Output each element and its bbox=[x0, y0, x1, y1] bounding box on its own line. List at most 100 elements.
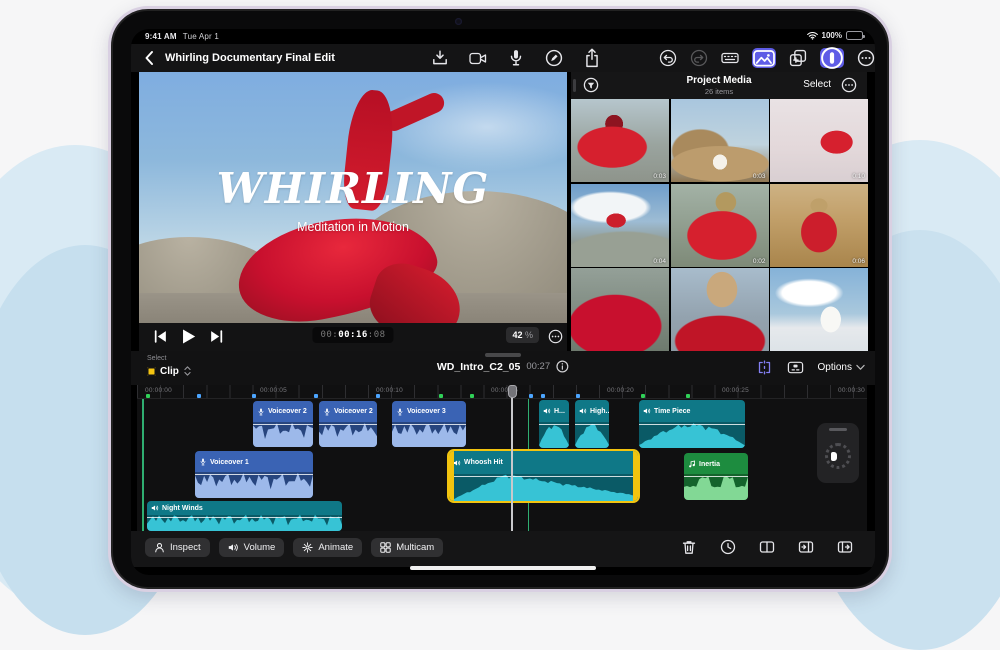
clip-label: Voiceover 2 bbox=[319, 401, 377, 422]
media-thumbnail-dervish-red-golden-reeds[interactable]: 0:06 bbox=[770, 183, 868, 267]
clip-waveform bbox=[639, 421, 745, 448]
playhead[interactable] bbox=[507, 385, 517, 531]
timeline-clip-whoosh-hit[interactable]: Whoosh Hit bbox=[449, 451, 638, 501]
media-thumbnail-dervish-red-spinning-dunes[interactable]: 0:03 bbox=[571, 99, 669, 182]
bottom-toolbar: Inspect Volume Animate Multicam bbox=[131, 531, 875, 567]
green-marker[interactable] bbox=[146, 394, 150, 398]
volume-button[interactable]: Volume bbox=[218, 538, 285, 557]
ruler-label: 00:00:20 bbox=[607, 387, 634, 394]
animate-button[interactable]: Animate bbox=[293, 538, 363, 557]
green-marker[interactable] bbox=[439, 394, 443, 398]
video-viewer[interactable]: WHIRLING Meditation in Motion bbox=[139, 72, 567, 323]
viewer-display-button[interactable] bbox=[752, 48, 776, 68]
title-overlay: WHIRLING Meditation in Motion bbox=[139, 164, 567, 235]
options-button[interactable]: Options bbox=[818, 362, 865, 373]
timeline-clip-voiceover-3[interactable]: Voiceover 3 bbox=[392, 401, 466, 447]
share-button[interactable] bbox=[583, 48, 601, 67]
timeline-clip-title: WD_Intro_C2_05 00:27 bbox=[437, 360, 569, 373]
viewer-more-button[interactable] bbox=[548, 329, 563, 344]
blue-marker[interactable] bbox=[376, 394, 380, 398]
clip-waveform bbox=[195, 472, 313, 498]
import-button[interactable] bbox=[431, 49, 449, 67]
overlay-title: WHIRLING bbox=[216, 164, 490, 213]
more-button[interactable] bbox=[857, 49, 875, 67]
media-thumbnail-dervish-red-spin-closeup[interactable]: 0:02 bbox=[670, 183, 769, 267]
redo-button[interactable] bbox=[690, 49, 708, 67]
select-chevrons-icon bbox=[183, 365, 192, 377]
skip-forward-button[interactable] bbox=[209, 329, 224, 344]
zoom-level-badge[interactable]: 42 % bbox=[506, 327, 539, 343]
media-thumbnail-dervish-tan-hat-closeup[interactable] bbox=[670, 268, 769, 351]
markup-button[interactable] bbox=[545, 49, 563, 67]
media-more-button[interactable] bbox=[841, 77, 857, 93]
magnetic-timeline-button[interactable] bbox=[756, 359, 773, 376]
append-button[interactable] bbox=[759, 539, 775, 555]
clip-name: WD_Intro_C2_05 bbox=[436, 360, 521, 373]
timeline-ruler[interactable]: 00:00:00 00:00:05 00:00:10 00:00:15 00:00:20… bbox=[137, 385, 867, 399]
media-thumbnail-dervish-red-salt-flat[interactable]: 0:10 bbox=[770, 99, 868, 182]
media-thumbnail-dervish-red-badlands-clouds[interactable]: 0:04 bbox=[571, 183, 669, 267]
keyboard-button[interactable] bbox=[721, 49, 739, 67]
speaker-icon bbox=[643, 407, 651, 415]
timeline-clip-high[interactable]: High... bbox=[575, 400, 609, 448]
info-button[interactable] bbox=[556, 360, 569, 373]
trash-button[interactable] bbox=[681, 539, 697, 555]
home-indicator[interactable] bbox=[410, 566, 596, 570]
media-thumbnail-cappadocia-rocks-white-dervish[interactable]: 0:03 bbox=[670, 99, 769, 182]
timeline-resize-handle[interactable] bbox=[485, 353, 521, 357]
ruler-label: 00:00:25 bbox=[722, 387, 749, 394]
insert-button[interactable] bbox=[798, 539, 814, 555]
timeline-clip-voiceover-2[interactable]: Voiceover 2 bbox=[253, 401, 313, 447]
green-marker[interactable] bbox=[641, 394, 645, 398]
timeline[interactable]: 00:00:00 00:00:05 00:00:10 00:00:15 00:00:20… bbox=[137, 385, 867, 531]
undo-button[interactable] bbox=[659, 49, 677, 67]
timeline-clip-night-winds[interactable]: Night Winds bbox=[147, 501, 342, 531]
select-button[interactable]: Select bbox=[803, 79, 831, 90]
timeline-clip-h[interactable]: H... bbox=[539, 400, 569, 448]
blue-marker[interactable] bbox=[252, 394, 256, 398]
timeline-clip-inertia[interactable]: Inertia bbox=[684, 453, 748, 500]
back-button[interactable] bbox=[143, 50, 155, 66]
thumbnail-duration: 0:04 bbox=[653, 257, 666, 265]
blue-marker[interactable] bbox=[314, 394, 318, 398]
ruler-label: 00:00:10 bbox=[376, 387, 403, 394]
inspect-button[interactable]: Inspect bbox=[145, 538, 210, 557]
jog-handle bbox=[829, 428, 847, 431]
timeline-clip-voiceover-2[interactable]: Voiceover 2 bbox=[319, 401, 377, 447]
blue-marker[interactable] bbox=[541, 394, 545, 398]
connect-display-button[interactable] bbox=[787, 359, 804, 376]
multicam-button[interactable]: Multicam bbox=[371, 538, 444, 557]
thumbnail-duration: 0:03 bbox=[752, 173, 766, 180]
volume-icon bbox=[228, 542, 239, 553]
camera-button[interactable] bbox=[469, 49, 487, 67]
ruler-label: 00:00:00 bbox=[145, 387, 172, 394]
media-thumbnail-red-skirt-swirl-closeup[interactable] bbox=[571, 268, 669, 351]
connect-clip-button[interactable] bbox=[837, 539, 853, 555]
play-button[interactable] bbox=[180, 328, 197, 345]
jog-dial-button[interactable] bbox=[820, 47, 844, 69]
timeline-clip-voiceover-1[interactable]: Voiceover 1 bbox=[195, 451, 313, 498]
jog-wheel[interactable] bbox=[817, 423, 859, 483]
clip-label: H... bbox=[539, 400, 569, 422]
blue-marker[interactable] bbox=[197, 394, 201, 398]
green-marker[interactable] bbox=[470, 394, 474, 398]
media-browser-button[interactable] bbox=[789, 49, 807, 67]
timeline-clip-time-piece[interactable]: Time Piece bbox=[639, 400, 745, 448]
media-thumbnail-white-dervish-salt-flat-sky[interactable] bbox=[770, 268, 868, 351]
clip-waveform bbox=[253, 421, 313, 447]
status-date: Tue Apr 1 bbox=[182, 32, 219, 41]
mic-button[interactable] bbox=[507, 49, 525, 67]
blue-marker[interactable] bbox=[529, 394, 533, 398]
clip-label: Night Winds bbox=[147, 501, 342, 515]
timer-button[interactable] bbox=[720, 539, 736, 555]
mic-icon bbox=[396, 408, 404, 416]
green-marker[interactable] bbox=[686, 394, 690, 398]
blue-marker[interactable] bbox=[576, 394, 580, 398]
clip-mode-selector[interactable]: Clip bbox=[147, 365, 192, 377]
clip-label: Voiceover 3 bbox=[392, 401, 466, 422]
skip-back-button[interactable] bbox=[153, 329, 168, 344]
playhead-grip[interactable] bbox=[507, 385, 517, 398]
clip-waveform bbox=[147, 514, 342, 531]
clip-label: Time Piece bbox=[639, 400, 745, 422]
clip-label: Whoosh Hit bbox=[449, 451, 638, 474]
